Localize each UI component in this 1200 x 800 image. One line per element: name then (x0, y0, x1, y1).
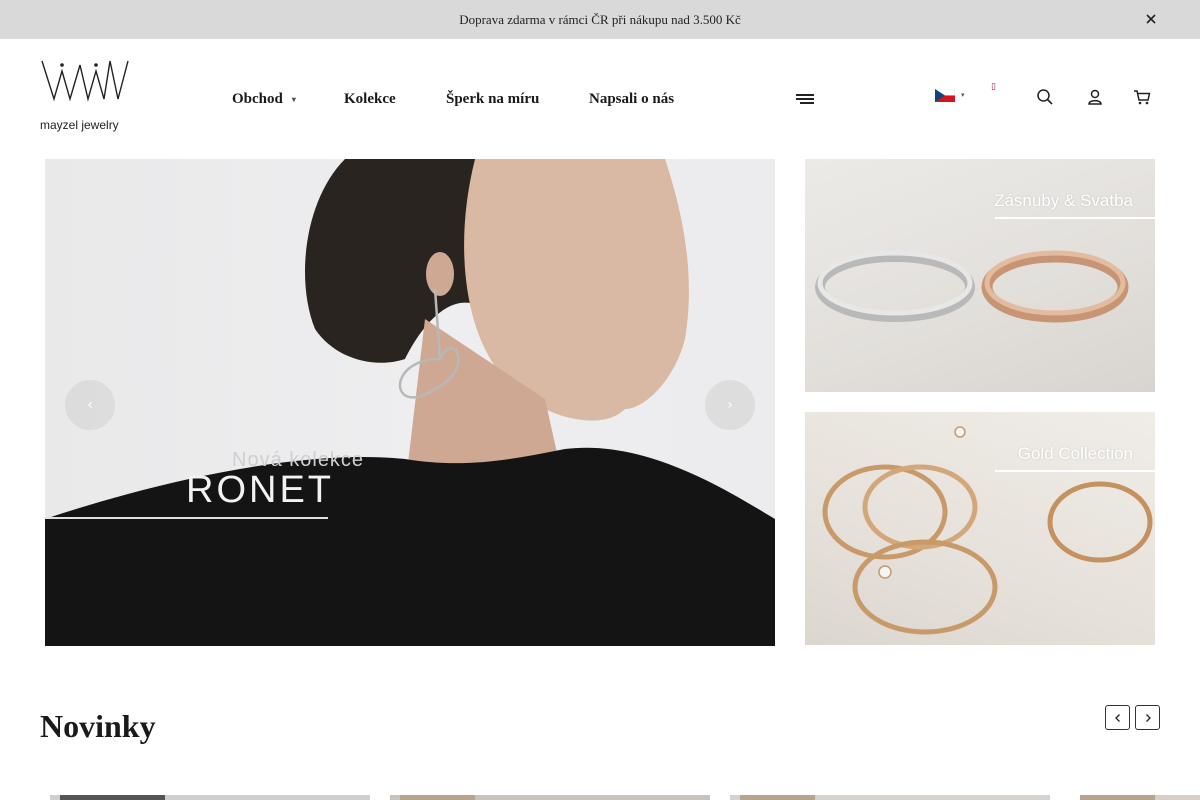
nav-label: Kolekce (344, 91, 396, 107)
menu-icon[interactable] (796, 93, 814, 105)
notification-icon: ▯ (991, 81, 996, 91)
hero-banner[interactable]: ‹ › Nová kolekce RONET (45, 159, 775, 646)
nav-item-obchod[interactable]: Obchod ▾ (232, 91, 296, 108)
product-badge (400, 795, 475, 800)
nav-item-sperk-na-miru[interactable]: Šperk na míru (446, 91, 539, 108)
product-badge (1080, 795, 1155, 800)
nav-item-kolekce[interactable]: Kolekce (344, 91, 396, 108)
product-card[interactable] (730, 795, 1050, 800)
nav-item-napsali-o-nas[interactable]: Napsali o nás (589, 91, 674, 108)
product-card[interactable] (390, 795, 710, 800)
card-divider (995, 470, 1155, 472)
user-icon[interactable] (1086, 88, 1104, 106)
novinky-next-button[interactable] (1135, 705, 1160, 730)
hero-next-button[interactable]: › (705, 380, 755, 430)
nav-label: Šperk na míru (446, 91, 540, 107)
site-header: mayzel jewelry Obchod ▾ Kolekce Šperk na… (0, 39, 1200, 159)
promo-card-gold[interactable]: Gold Collection (805, 412, 1155, 645)
announcement-bar: Doprava zdarma v rámci ČR při nákupu nad… (0, 0, 1200, 39)
close-icon[interactable] (1144, 12, 1158, 26)
card-label: Gold Collection (1017, 444, 1133, 463)
svg-text:mayzel jewelry: mayzel jewelry (40, 118, 119, 132)
chevron-left-icon (1114, 713, 1120, 722)
announcement-text: Doprava zdarma v rámci ČR při nákupu nad… (459, 11, 741, 27)
chevron-down-icon: ▾ (291, 95, 296, 104)
card-label: Zásnuby & Svatba (994, 191, 1133, 210)
hero-image (45, 159, 775, 646)
hero-prev-button[interactable]: ‹ (65, 380, 115, 430)
nav-label: Napsali o nás (589, 91, 675, 107)
logo[interactable]: mayzel jewelry (40, 57, 132, 137)
nav-label: Obchod (232, 91, 283, 107)
section-title-novinky: Novinky (40, 708, 156, 744)
cart-icon[interactable] (1133, 88, 1151, 106)
hero-divider (45, 517, 328, 519)
chevron-right-icon (1145, 713, 1151, 722)
search-icon[interactable] (1036, 88, 1054, 106)
product-badge (740, 795, 815, 800)
novinky-prev-button[interactable] (1105, 705, 1130, 730)
product-badge (60, 795, 165, 800)
chevron-down-icon[interactable]: ▾ (961, 91, 965, 99)
hero-title: RONET (186, 469, 334, 511)
promo-card-zasnuby[interactable]: Zásnuby & Svatba (805, 159, 1155, 392)
product-card[interactable] (50, 795, 370, 800)
czech-flag-icon[interactable] (935, 89, 955, 102)
card-divider (995, 217, 1155, 219)
product-card[interactable] (1080, 795, 1200, 800)
